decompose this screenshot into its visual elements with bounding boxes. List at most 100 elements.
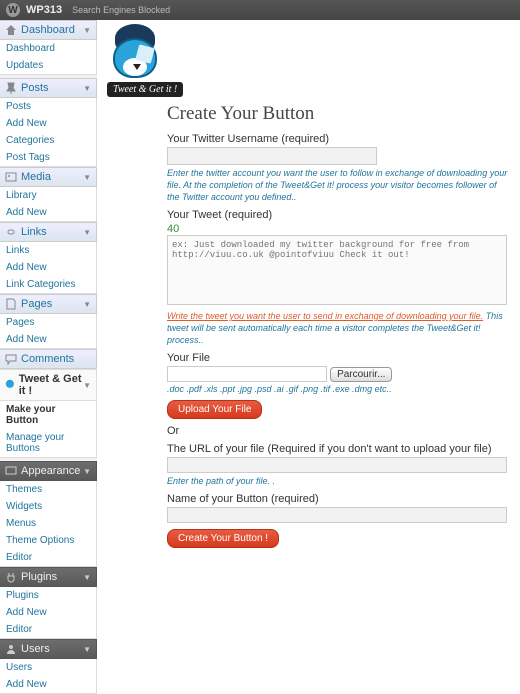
bird-icon xyxy=(5,379,15,391)
submenu-posts: Posts Add New Categories Post Tags xyxy=(0,98,97,167)
sidebar-item-post-tags[interactable]: Post Tags xyxy=(0,149,96,166)
sidebar-item-links[interactable]: Links xyxy=(0,242,96,259)
sidebar-item-add-new[interactable]: Add New xyxy=(0,259,96,276)
menu-label: Appearance xyxy=(21,465,80,477)
sidebar-item-add-new[interactable]: Add New xyxy=(0,604,96,621)
browse-button[interactable]: Parcourir... xyxy=(330,367,392,382)
users-icon xyxy=(5,643,17,655)
sidebar-item-add-new[interactable]: Add New xyxy=(0,204,96,221)
sidebar-item-pages[interactable]: Pages xyxy=(0,314,96,331)
chevron-down-icon: ▼ xyxy=(83,573,91,582)
page-icon xyxy=(5,298,17,310)
bird-icon xyxy=(107,24,163,80)
link-icon xyxy=(5,226,17,238)
appearance-icon xyxy=(5,465,17,477)
file-input[interactable] xyxy=(167,366,327,382)
submenu-tweet: Make your Button Manage your Buttons xyxy=(0,401,97,458)
submenu-appearance: Themes Widgets Menus Theme Options Edito… xyxy=(0,481,97,567)
sidebar-item-users[interactable]: Users xyxy=(0,659,96,676)
menu-tweet-get-it[interactable]: Tweet & Get it ! ▼ xyxy=(0,369,97,401)
menu-label: Tweet & Get it ! xyxy=(19,373,83,397)
sidebar-item-add-new[interactable]: Add New xyxy=(0,676,96,693)
sidebar-item-posts[interactable]: Posts xyxy=(0,98,96,115)
search-engines-blocked[interactable]: Search Engines Blocked xyxy=(72,5,170,15)
menu-label: Media xyxy=(21,171,51,183)
site-title[interactable]: WP313 xyxy=(26,4,62,16)
tweet-help-warn: Write the tweet you want the user to sen… xyxy=(167,311,483,321)
name-label: Name of your Button (required) xyxy=(167,493,510,505)
sidebar-item-widgets[interactable]: Widgets xyxy=(0,498,96,515)
chevron-down-icon: ▼ xyxy=(83,381,91,390)
submenu-dashboard: Dashboard Updates xyxy=(0,40,97,75)
menu-comments[interactable]: Comments xyxy=(0,349,97,369)
sidebar-item-categories[interactable]: Categories xyxy=(0,132,96,149)
wordpress-logo-icon[interactable]: W xyxy=(6,3,20,17)
menu-label: Pages xyxy=(21,298,52,310)
sidebar-item-updates[interactable]: Updates xyxy=(0,57,96,74)
chevron-down-icon: ▼ xyxy=(83,300,91,309)
submenu-pages: Pages Add New xyxy=(0,314,97,349)
button-name-input[interactable] xyxy=(167,507,507,523)
menu-links[interactable]: Links ▼ xyxy=(0,222,97,242)
username-input[interactable] xyxy=(167,147,377,165)
sidebar-item-plugins[interactable]: Plugins xyxy=(0,587,96,604)
main-content: Tweet & Get it ! Create Your Button Your… xyxy=(97,20,520,694)
page-title: Create Your Button xyxy=(167,103,510,125)
sidebar-item-manage-buttons[interactable]: Manage your Buttons xyxy=(0,429,96,457)
sidebar-item-add-new[interactable]: Add New xyxy=(0,331,96,348)
chevron-down-icon: ▼ xyxy=(83,26,91,35)
tweet-char-count: 40 xyxy=(167,223,510,235)
file-extensions: .doc .pdf .xls .ppt .jpg .psd .ai .gif .… xyxy=(167,384,510,394)
admin-sidebar: Dashboard ▼ Dashboard Updates Posts ▼ Po… xyxy=(0,20,97,694)
submenu-plugins: Plugins Add New Editor xyxy=(0,587,97,639)
chevron-down-icon: ▼ xyxy=(83,84,91,93)
sidebar-item-themes[interactable]: Themes xyxy=(0,481,96,498)
sidebar-item-add-new[interactable]: Add New xyxy=(0,115,96,132)
username-help: Enter the twitter account you want the u… xyxy=(167,167,510,203)
chevron-down-icon: ▼ xyxy=(83,645,91,654)
plugin-badge: Tweet & Get it ! xyxy=(107,82,183,97)
url-help: Enter the path of your file. . xyxy=(167,475,510,487)
url-input[interactable] xyxy=(167,457,507,473)
plugin-icon xyxy=(5,571,17,583)
menu-users[interactable]: Users ▼ xyxy=(0,639,97,659)
menu-label: Comments xyxy=(21,353,74,365)
comment-icon xyxy=(5,353,17,365)
tweet-textarea[interactable] xyxy=(167,235,507,305)
url-label: The URL of your file (Required if you do… xyxy=(167,443,510,455)
submenu-links: Links Add New Link Categories xyxy=(0,242,97,294)
sidebar-item-dashboard[interactable]: Dashboard xyxy=(0,40,96,57)
create-button-form: Your Twitter Username (required) Enter t… xyxy=(167,133,510,548)
tweet-label: Your Tweet (required) xyxy=(167,209,510,221)
create-button[interactable]: Create Your Button ! xyxy=(167,529,279,548)
sidebar-item-link-categories[interactable]: Link Categories xyxy=(0,276,96,293)
sidebar-item-menus[interactable]: Menus xyxy=(0,515,96,532)
submenu-users: Users Add New xyxy=(0,659,97,694)
menu-posts[interactable]: Posts ▼ xyxy=(0,78,97,98)
or-label: Or xyxy=(167,425,510,437)
sidebar-item-editor[interactable]: Editor xyxy=(0,549,96,566)
menu-plugins[interactable]: Plugins ▼ xyxy=(0,567,97,587)
menu-label: Links xyxy=(21,226,47,238)
menu-appearance[interactable]: Appearance ▼ xyxy=(0,461,97,481)
sidebar-item-library[interactable]: Library xyxy=(0,187,96,204)
chevron-down-icon: ▼ xyxy=(83,467,91,476)
sidebar-item-editor[interactable]: Editor xyxy=(0,621,96,638)
sidebar-item-make-button[interactable]: Make your Button xyxy=(0,401,96,429)
upload-file-button[interactable]: Upload Your File xyxy=(167,400,262,419)
admin-bar: W WP313 Search Engines Blocked xyxy=(0,0,520,20)
chevron-down-icon: ▼ xyxy=(83,228,91,237)
menu-pages[interactable]: Pages ▼ xyxy=(0,294,97,314)
media-icon xyxy=(5,171,17,183)
menu-dashboard[interactable]: Dashboard ▼ xyxy=(0,20,97,40)
chevron-down-icon: ▼ xyxy=(83,173,91,182)
menu-label: Posts xyxy=(21,82,49,94)
menu-media[interactable]: Media ▼ xyxy=(0,167,97,187)
plugin-logo: Tweet & Get it ! xyxy=(107,24,510,97)
username-label: Your Twitter Username (required) xyxy=(167,133,510,145)
home-icon xyxy=(5,24,17,36)
menu-label: Plugins xyxy=(21,571,57,583)
menu-label: Dashboard xyxy=(21,24,75,36)
pin-icon xyxy=(5,82,17,94)
submenu-media: Library Add New xyxy=(0,187,97,222)
